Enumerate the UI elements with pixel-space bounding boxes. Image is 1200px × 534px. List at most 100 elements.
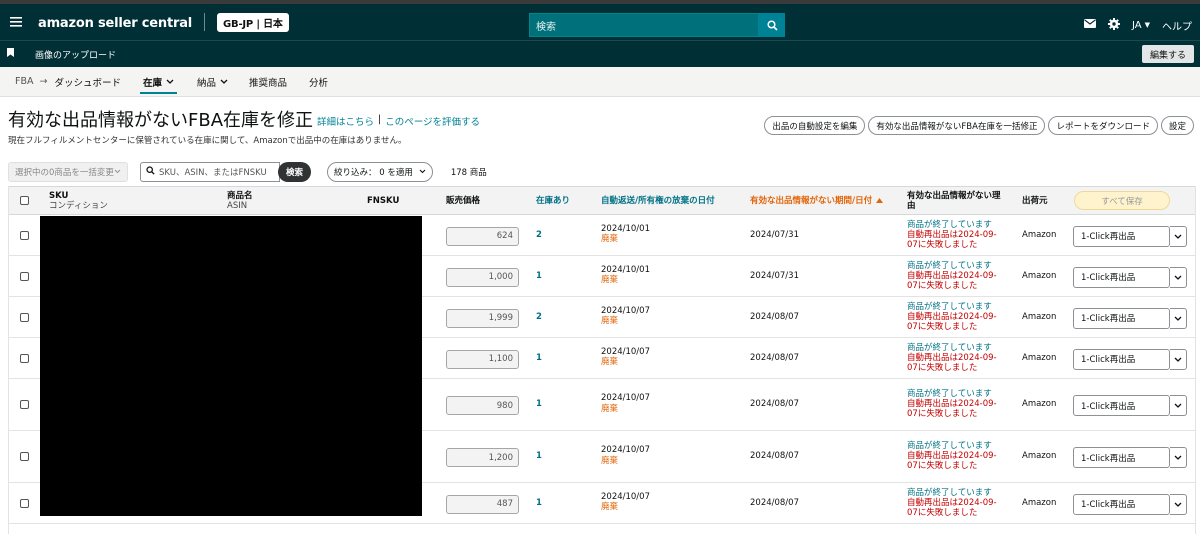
price-input[interactable]: 1,100 (446, 349, 519, 369)
stock-count[interactable]: 1 (536, 498, 542, 508)
row-checkbox[interactable] (20, 230, 29, 240)
nav-inventory[interactable]: 在庫 (139, 67, 178, 97)
col-sku[interactable]: SKU コンディション (49, 187, 108, 216)
relist-action-select[interactable]: 1-Click再出品 (1073, 348, 1170, 370)
top-navigation-bar: amazon seller central GB-JP | 日本 検索 JA ▼… (0, 0, 1200, 40)
chevron-down-icon[interactable] (1170, 447, 1187, 468)
search-icon[interactable] (759, 13, 785, 37)
stock-count[interactable]: 1 (536, 353, 542, 363)
col-ship-from[interactable]: 出荷元 (1022, 187, 1048, 216)
reason-relist-failed: 自動再出品は2024-09-07に失敗しました (907, 229, 997, 250)
nav-inbound[interactable]: 納品 (197, 67, 228, 97)
settings-button[interactable]: 設定 (1160, 116, 1194, 135)
stock-count[interactable]: 1 (536, 271, 542, 281)
price-input[interactable]: 980 (446, 396, 519, 415)
price-input[interactable]: 624 (446, 226, 519, 246)
chevron-down-icon[interactable] (1170, 348, 1187, 370)
nav-inbound-label: 納品 (196, 77, 216, 89)
rate-page-link[interactable]: このページを評価する (385, 114, 480, 128)
reason-closed-link[interactable]: 商品が終了しています (907, 389, 992, 399)
stock-count[interactable]: 2 (536, 230, 542, 240)
row-checkbox[interactable] (20, 271, 29, 281)
chevron-down-icon[interactable] (1170, 266, 1187, 288)
auto-removal-date-value: 2024/10/07 (601, 491, 650, 502)
chevron-down-icon[interactable] (1170, 307, 1187, 329)
row-checkbox[interactable] (20, 498, 29, 508)
learn-more-link[interactable]: 詳細はこちら (317, 114, 374, 128)
row-checkbox[interactable] (20, 452, 29, 461)
auto-removal-action: 廃棄 (601, 275, 619, 286)
relist-action-select[interactable]: 1-Click再出品 (1073, 307, 1170, 329)
edit-auto-listing-button[interactable]: 出品の自動設定を編集 (764, 116, 866, 135)
top-right-controls: JA ▼ ヘルプ (1083, 13, 1192, 37)
bookmark-bar: 画像のアップロード 編集する (0, 40, 1200, 67)
col-product-name[interactable]: 商品名 ASIN (227, 187, 253, 216)
auto-removal-action: 廃棄 (601, 357, 619, 368)
save-all-button[interactable]: すべて保存 (1074, 191, 1170, 210)
nav-fba[interactable]: FBA (15, 67, 33, 97)
col-inactive-date[interactable]: 有効な出品情報がない期間/日付 (750, 187, 884, 216)
ship-from: Amazon (1022, 311, 1057, 322)
chevron-down-icon[interactable] (1170, 395, 1187, 416)
reason-relist-failed: 自動再出品は2024-09-07に失敗しました (907, 399, 997, 420)
language-selector[interactable]: JA ▼ (1132, 20, 1150, 31)
stock-count[interactable]: 1 (536, 399, 542, 409)
edit-bookmarks-button[interactable]: 編集する (1141, 45, 1194, 63)
reason-closed-link[interactable]: 商品が終了しています (907, 488, 992, 498)
col-price[interactable]: 販売価格 (446, 187, 480, 216)
row-checkbox[interactable] (20, 353, 29, 363)
bulk-action-select[interactable]: 選択中の0商品を一括変更 (8, 162, 128, 182)
stock-count[interactable]: 2 (536, 312, 542, 322)
nav-analytics[interactable]: 分析 (309, 67, 328, 97)
reason-closed-link[interactable]: 商品が終了しています (907, 302, 992, 312)
sort-asc-icon (876, 197, 884, 207)
row-checkbox[interactable] (20, 400, 29, 409)
language-label: JA (1131, 19, 1142, 31)
relist-action-select[interactable]: 1-Click再出品 (1073, 266, 1170, 288)
auto-removal-date: 2024/10/07 廃棄 (601, 445, 650, 466)
price-input[interactable]: 1,200 (446, 448, 519, 467)
chevron-down-icon[interactable] (1170, 225, 1187, 247)
reason-closed-link[interactable]: 商品が終了しています (907, 343, 992, 353)
chevron-down-icon (419, 167, 426, 177)
bulk-fix-button[interactable]: 有効な出品情報がないFBA在庫を一括修正 (868, 116, 1046, 135)
hamburger-menu-icon[interactable] (2, 4, 30, 40)
reason-closed-link[interactable]: 商品が終了しています (907, 441, 992, 451)
price-input[interactable]: 487 (446, 494, 519, 514)
download-report-button[interactable]: レポートをダウンロード (1048, 116, 1158, 135)
filter-dropdown[interactable]: 絞り込み： 0 を適用 (327, 162, 433, 182)
price-input[interactable]: 1,999 (446, 308, 519, 328)
mail-icon[interactable] (1083, 19, 1096, 31)
sku-search-input[interactable]: SKU、ASIN、またはFNSKU (140, 162, 280, 182)
col-reason[interactable]: 有効な出品情報がない理由 (907, 187, 1007, 216)
row-checkbox[interactable] (20, 312, 29, 322)
nav-dashboard[interactable]: ダッシュボード (54, 67, 121, 97)
relist-action-select[interactable]: 1-Click再出品 (1073, 493, 1170, 515)
col-fnsku[interactable]: FNSKU (367, 187, 399, 216)
global-search-input[interactable]: 検索 (529, 13, 759, 37)
stock-count[interactable]: 1 (536, 451, 542, 461)
nav-recommended[interactable]: 推奨商品 (249, 67, 287, 97)
price-input[interactable]: 1,000 (446, 267, 519, 287)
seller-central-logo[interactable]: amazon seller central GB-JP | 日本 (38, 12, 289, 32)
reason-closed-link[interactable]: 商品が終了しています (907, 220, 992, 230)
reason-closed-link[interactable]: 商品が終了しています (907, 261, 992, 271)
help-link[interactable]: ヘルプ (1162, 18, 1192, 33)
search-icon (146, 166, 155, 178)
chevron-down-icon (114, 167, 121, 177)
col-stock[interactable]: 在庫あり (536, 187, 570, 216)
col-auto-removal-date[interactable]: 自動返送/所有権の放棄の日付 (601, 187, 715, 216)
chevron-down-icon[interactable] (1170, 493, 1187, 515)
bookmark-image-upload[interactable]: 画像のアップロード (35, 48, 116, 61)
global-search: 検索 (529, 13, 785, 37)
marketplace-switcher[interactable]: GB-JP | 日本 (217, 12, 289, 32)
relist-action-select[interactable]: 1-Click再出品 (1073, 447, 1170, 468)
inactive-date: 2024/07/31 (750, 270, 799, 281)
gear-icon[interactable] (1107, 17, 1120, 33)
logo-divider (204, 13, 206, 31)
search-button[interactable]: 検索 (278, 162, 312, 182)
select-all-checkbox[interactable] (20, 196, 29, 205)
col-inactive-label: 有効な出品情報がない期間/日付 (750, 195, 873, 206)
relist-action-select[interactable]: 1-Click再出品 (1073, 395, 1170, 416)
relist-action-select[interactable]: 1-Click再出品 (1073, 225, 1170, 247)
